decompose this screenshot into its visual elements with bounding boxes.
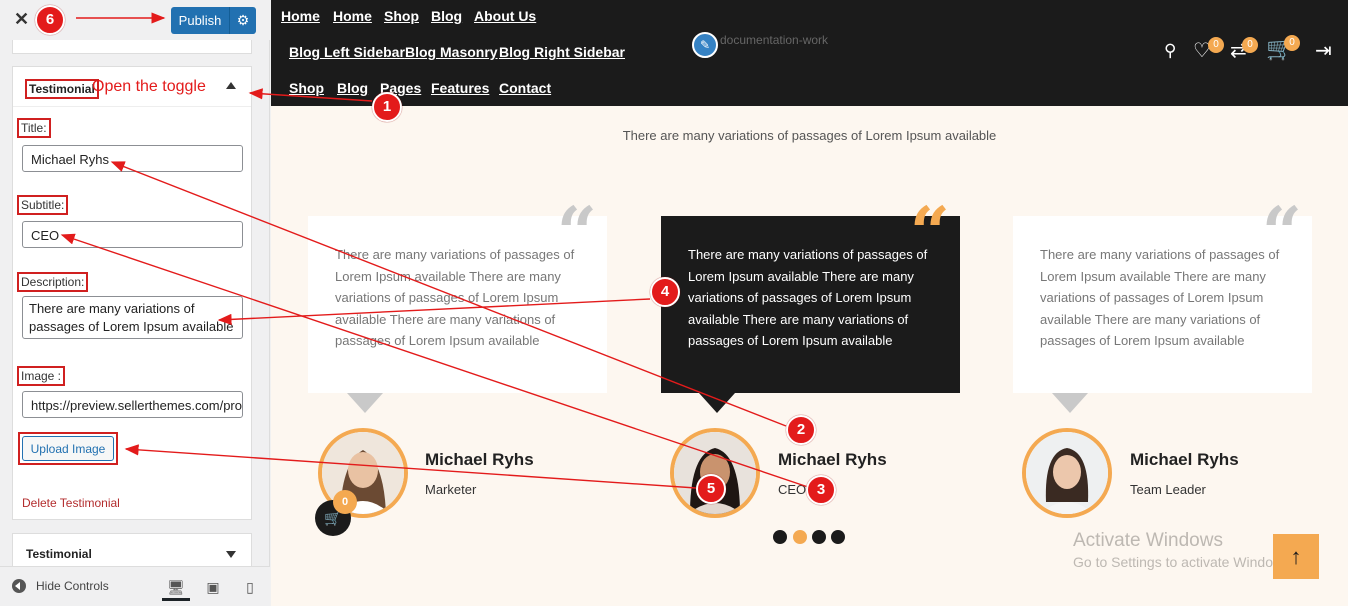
testimonial-text: There are many variations of passages of… <box>335 247 575 348</box>
nav-home[interactable]: Home <box>281 8 320 24</box>
avatar <box>1022 428 1112 518</box>
title-label: Title: <box>17 118 51 138</box>
logout-icon[interactable]: ⇥ <box>1315 38 1332 63</box>
person-portrait-icon <box>1026 432 1108 514</box>
site-preview: Home Home Shop Blog About Us Blog Left S… <box>271 0 1348 606</box>
nav-blog-left-sidebar[interactable]: Blog Left Sidebar <box>289 44 405 60</box>
annotation-badge: 5 <box>696 474 726 504</box>
nav-shop[interactable]: Shop <box>384 8 419 24</box>
slider-dot[interactable] <box>812 530 826 544</box>
customizer-footer: Hide Controls 🖥 ▣ ▯ <box>0 566 270 606</box>
section-intro: There are many variations of passages of… <box>622 128 997 143</box>
nav-about-us[interactable]: About Us <box>474 8 536 24</box>
description-label: Description: <box>17 272 89 292</box>
testimonial-card-active: “ There are many variations of passages … <box>661 198 960 393</box>
expand-arrow-icon[interactable] <box>226 551 236 558</box>
testimonial-text: There are many variations of passages of… <box>1040 247 1280 348</box>
card-pointer <box>699 393 735 413</box>
nav-blog[interactable]: Blog <box>337 80 368 96</box>
nav-blog-right-sidebar[interactable]: Blog Right Sidebar <box>499 44 625 60</box>
windows-watermark-subtitle: Go to Settings to activate Windows. <box>1073 554 1294 570</box>
search-icon[interactable]: ⚲ <box>1164 41 1176 61</box>
upload-image-button[interactable]: Upload Image <box>22 436 114 461</box>
panel-title: Testimonial <box>25 79 99 99</box>
card-pointer <box>1052 393 1088 413</box>
gear-icon[interactable]: ⚙ <box>229 7 256 34</box>
testimonial-role: Team Leader <box>1130 482 1206 497</box>
site-logo-broken-image: documentation-work <box>720 33 829 47</box>
annotation-badge: 4 <box>650 277 680 307</box>
image-label: Image : <box>17 366 66 386</box>
nav-blog-masonry[interactable]: Blog Masonry <box>405 44 498 60</box>
annotation-badge: 6 <box>35 5 65 35</box>
slider-dot[interactable] <box>831 530 845 544</box>
tablet-preview-icon[interactable]: ▣ <box>199 575 227 601</box>
testimonial-card: “ There are many variations of passages … <box>308 198 607 393</box>
slider-dot[interactable] <box>773 530 787 544</box>
testimonial-name: Michael Ryhs <box>778 450 887 469</box>
collapse-arrow-icon[interactable] <box>226 82 236 89</box>
edit-pencil-icon[interactable]: ✎ <box>692 32 718 58</box>
testimonial-name: Michael Ryhs <box>425 450 534 469</box>
avatar <box>670 428 760 518</box>
windows-watermark-title: Activate Windows <box>1073 530 1223 551</box>
annotation-toggle-hint: Open the toggle <box>92 78 206 95</box>
floating-cart-count: 0 <box>333 490 357 514</box>
wishlist-count-badge: 0 <box>1208 37 1224 53</box>
collapse-sidebar-icon[interactable] <box>12 579 26 593</box>
testimonial-name: Michael Ryhs <box>1130 450 1239 469</box>
mobile-preview-icon[interactable]: ▯ <box>236 575 264 601</box>
card-pointer <box>347 393 383 413</box>
scroll-to-top-button[interactable]: ↑ <box>1273 534 1319 579</box>
nav-contact[interactable]: Contact <box>499 80 551 96</box>
testimonial-panel: Testimonial Title: Michael Ryhs Subtitle… <box>12 66 252 520</box>
testimonial-role: Marketer <box>425 482 477 497</box>
subtitle-input[interactable]: CEO <box>22 221 243 248</box>
delete-testimonial-link[interactable]: Delete Testimonial <box>22 496 120 510</box>
cart-count-badge: 0 <box>1284 35 1300 51</box>
nav-blog[interactable]: Blog <box>431 8 462 24</box>
testimonial-role: CEO <box>778 482 807 497</box>
hide-controls-label[interactable]: Hide Controls <box>36 579 109 593</box>
close-icon[interactable]: ✕ <box>14 9 29 30</box>
panel-title: Testimonial <box>26 547 92 561</box>
title-input[interactable]: Michael Ryhs <box>22 145 243 172</box>
annotation-badge: 2 <box>786 415 816 445</box>
nav-home[interactable]: Home <box>333 8 372 24</box>
nav-features[interactable]: Features <box>431 80 489 96</box>
previous-panel <box>12 40 252 54</box>
compare-count-badge: 0 <box>1242 37 1258 53</box>
site-header: Home Home Shop Blog About Us Blog Left S… <box>271 0 1348 106</box>
description-textarea[interactable]: There are many variations of passages of… <box>22 296 243 339</box>
subtitle-label: Subtitle: <box>17 195 69 215</box>
image-url-input[interactable]: https://preview.sellerthemes.com/pro <box>22 391 243 418</box>
upload-image-button-frame: Upload Image <box>18 432 118 465</box>
annotation-badge: 3 <box>806 475 836 505</box>
desktop-preview-icon[interactable]: 🖥 <box>162 575 190 601</box>
testimonial-card: “ There are many variations of passages … <box>1013 198 1312 393</box>
testimonial-text: There are many variations of passages of… <box>688 247 928 348</box>
slider-dot-active[interactable] <box>793 530 807 544</box>
nav-shop[interactable]: Shop <box>289 80 324 96</box>
annotation-badge: 1 <box>372 92 402 122</box>
publish-button[interactable]: Publish <box>171 7 229 34</box>
